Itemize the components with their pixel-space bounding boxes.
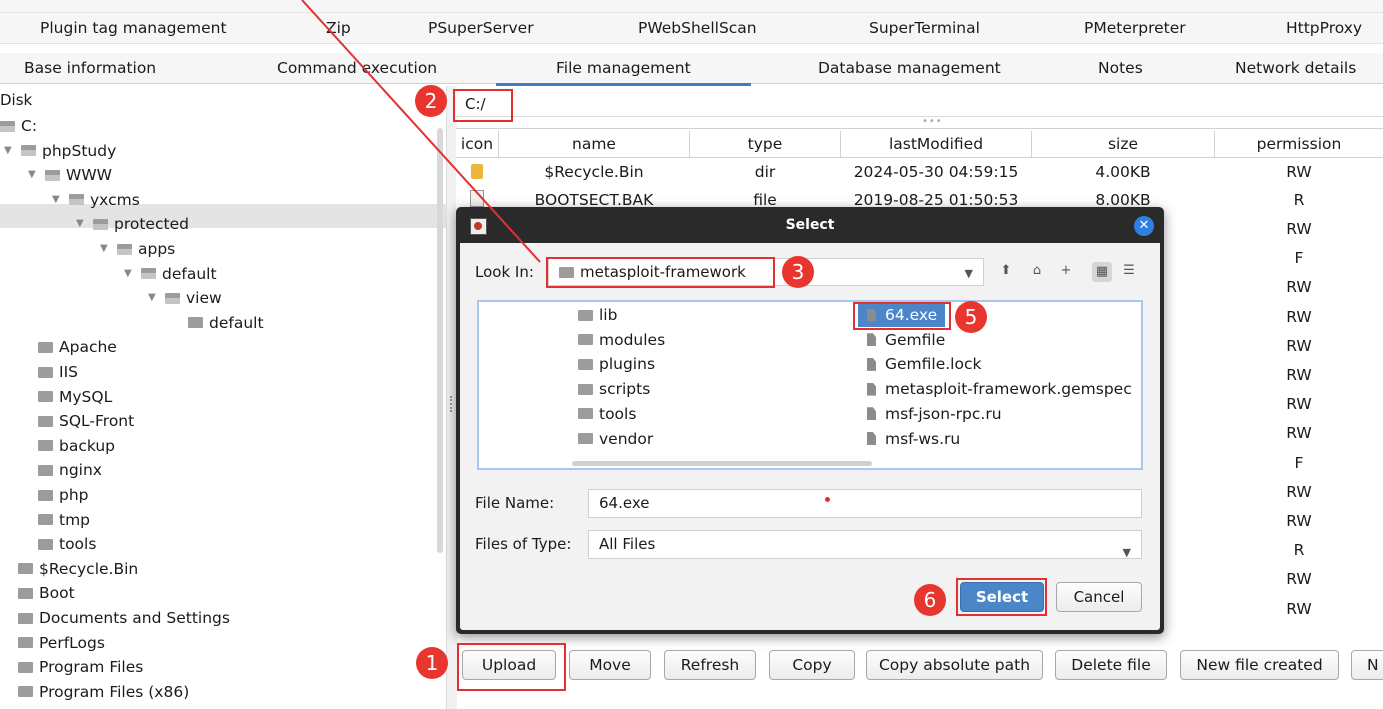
annotation-badge-3: 3: [782, 256, 814, 288]
annotation-badge-5: 5: [955, 301, 987, 333]
annotation-arrow-line: [301, 0, 541, 263]
annotation-badge-6: 6: [914, 584, 946, 616]
annotation-badge-1: 1: [416, 647, 448, 679]
annotation-box-upload: [457, 643, 566, 691]
annotation-box-look-in: [546, 257, 775, 288]
annotation-box-select: [956, 578, 1047, 616]
annotation-box-file: [853, 302, 951, 330]
annotation-badge-2: 2: [415, 85, 447, 117]
annotation-box-path: [453, 89, 513, 122]
